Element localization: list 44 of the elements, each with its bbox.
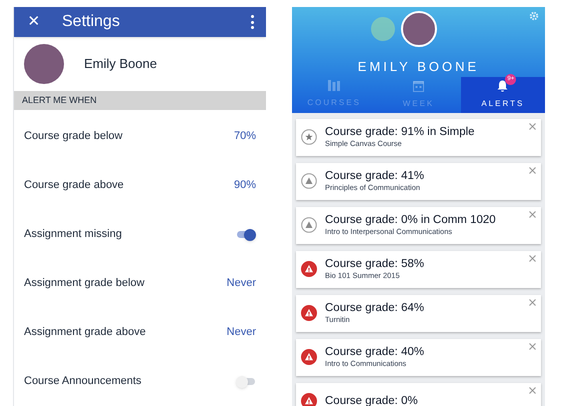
more-menu-icon[interactable] [250,15,254,30]
toggle-switch[interactable] [236,376,256,388]
user-name: Emily Boone [84,55,157,74]
warning-icon [301,217,317,233]
close-icon[interactable] [529,342,536,350]
calendar-icon [412,80,424,92]
setting-value[interactable]: 90% [234,177,256,194]
alert-title: Course grade: 41% [325,169,424,183]
alert-title: Course grade: 58% [325,257,424,271]
warning-icon [301,261,317,277]
setting-label: Course grade below [24,129,122,144]
close-button[interactable]: ✕ [26,10,42,34]
setting-value[interactable]: Never [226,275,256,292]
books-icon [328,80,340,91]
alert-title: Course grade: 91% in Simple [325,125,475,139]
close-icon[interactable] [529,166,536,174]
settings-icon[interactable] [529,11,539,21]
warning-icon [301,393,317,406]
setting-label: Assignment grade below [24,276,144,292]
setting-label: Assignment missing [24,227,122,242]
warning-icon [301,349,317,365]
toggle-switch[interactable] [236,228,256,240]
warning-icon [301,173,317,189]
close-icon[interactable] [529,122,536,130]
setting-value[interactable]: 70% [234,128,256,145]
avatar-photo [24,44,64,84]
section-header: ALERT ME WHEN [14,90,266,110]
alert-title: Course grade: 0% in Comm 1020 [325,213,496,227]
close-icon[interactable] [529,210,536,218]
course-logo [370,17,394,41]
setting-label: Course Announcements [24,374,142,390]
settings-title: Settings [62,12,120,32]
setting-label: Course grade above [24,178,124,194]
avatar-photo [400,11,436,47]
bell-icon [497,80,508,92]
close-icon[interactable] [529,298,536,306]
warning-icon [301,305,317,321]
alert-title: Course grade: 40% [325,345,424,359]
setting-value[interactable]: Never [226,324,256,341]
alert-title: Course grade: 64% [325,301,424,315]
profile-name: EMILY BOONE [356,58,480,76]
close-icon[interactable] [529,254,536,262]
setting-label: Assignment grade above [24,325,146,340]
close-icon[interactable] [529,386,536,394]
